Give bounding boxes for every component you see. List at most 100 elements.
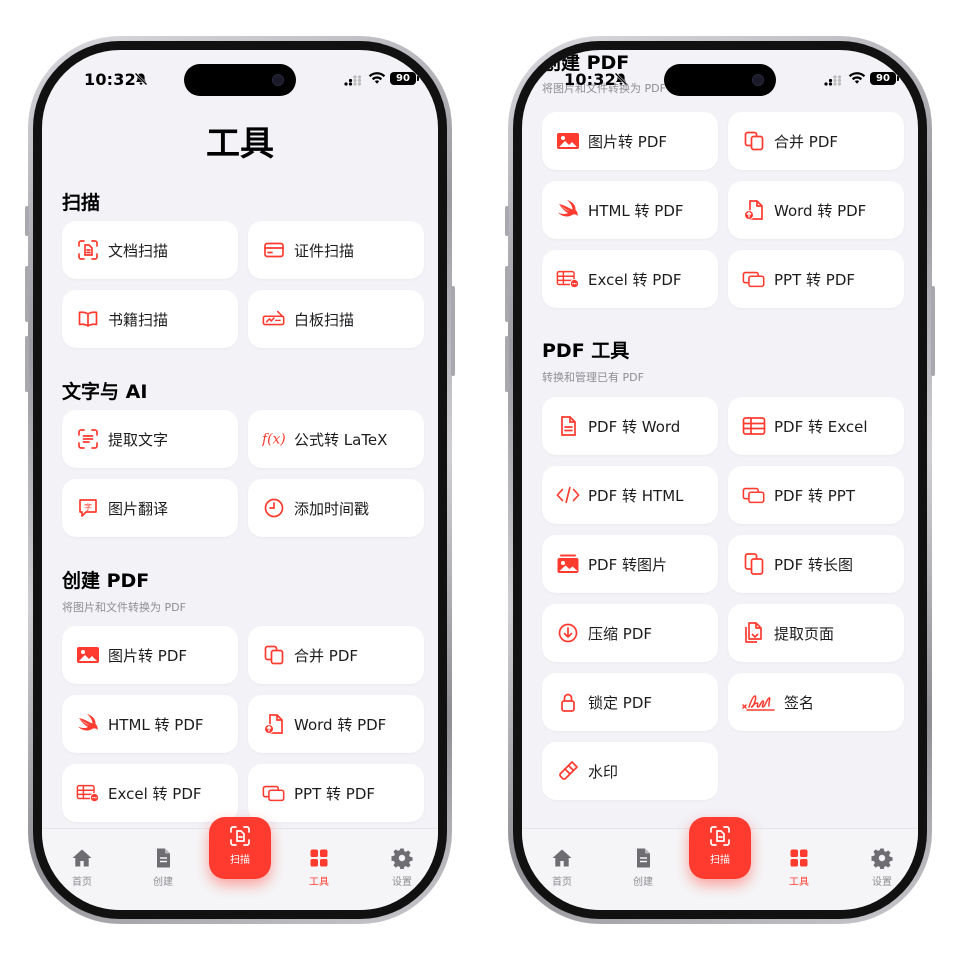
tool-label: 添加时间戳 <box>294 499 370 518</box>
tool-ppt-to-pdf[interactable]: PPT 转 PDF <box>248 764 424 822</box>
tool-compress-pdf[interactable]: 压缩 PDF <box>542 604 718 662</box>
ppt-icon <box>262 781 286 805</box>
tools-screen-scrolled: 创建 PDF 将图片和文件转换为 PDF 图片转 PDF 合并 PDF HTML… <box>522 50 918 910</box>
tool-html-to-pdf[interactable]: HTML 转 PDF <box>62 695 238 753</box>
svg-text:f(x): f(x) <box>262 432 286 448</box>
create-icon <box>157 848 170 868</box>
tool-label: 签名 <box>784 693 815 712</box>
tool-watermark[interactable]: 水印 <box>542 742 718 800</box>
section-subtitle-create-pdf: 将图片和文件转换为 PDF <box>62 601 186 614</box>
merge-icon <box>262 643 286 667</box>
tool-label: PDF 转 Excel <box>774 417 868 436</box>
tool-label: PDF 转图片 <box>588 555 667 574</box>
create-icon <box>637 848 650 868</box>
tool-book-scan[interactable]: 书籍扫描 <box>62 290 238 348</box>
translate-icon: 字 <box>76 496 100 520</box>
home-icon <box>72 849 92 867</box>
tab-label: 工具 <box>789 877 809 888</box>
signal-icon <box>344 75 362 86</box>
tab-home[interactable]: 首页 <box>52 847 112 888</box>
tool-label: 合并 PDF <box>774 132 838 151</box>
section-title-scan: 扫描 <box>62 192 101 214</box>
tool-merge-pdf[interactable]: 合并 PDF <box>248 626 424 684</box>
tool-word-to-pdf[interactable]: Word 转 PDF <box>728 181 904 239</box>
gear-icon <box>391 848 413 869</box>
tool-pdf-to-excel[interactable]: PDF 转 Excel <box>728 397 904 455</box>
tool-label: 图片翻译 <box>108 499 169 518</box>
tab-tools[interactable]: 工具 <box>769 847 829 888</box>
tool-id-scan[interactable]: 证件扫描 <box>248 221 424 279</box>
tool-extract-text[interactable]: 提取文字 <box>62 410 238 468</box>
scroll-content[interactable]: 创建 PDF 将图片和文件转换为 PDF 图片转 PDF 合并 PDF HTML… <box>522 50 918 910</box>
tool-label: PDF 转 HTML <box>588 486 684 505</box>
tab-settings[interactable]: 设置 <box>372 847 432 888</box>
bell-slash-icon <box>614 72 628 86</box>
tool-label: HTML 转 PDF <box>108 715 204 734</box>
tool-signature[interactable]: 签名 <box>728 673 904 731</box>
tool-label: PDF 转长图 <box>774 555 853 574</box>
table-icon <box>742 414 766 438</box>
tool-pdf-to-ppt[interactable]: PDF 转 PPT <box>728 466 904 524</box>
tool-excel-to-pdf[interactable]: Excel 转 PDF <box>62 764 238 822</box>
tab-create[interactable]: 创建 <box>133 847 193 888</box>
tool-pdf-to-long-image[interactable]: PDF 转长图 <box>728 535 904 593</box>
tab-create[interactable]: 创建 <box>613 847 673 888</box>
tab-label: 首页 <box>552 877 572 888</box>
lock-icon <box>556 690 580 714</box>
document-scan-icon <box>230 826 250 846</box>
status-bar: 10:32 90 <box>42 50 438 108</box>
tool-add-timestamp[interactable]: 添加时间戳 <box>248 479 424 537</box>
scan-button[interactable]: 扫描 <box>209 817 271 879</box>
swift-icon <box>76 712 100 736</box>
tab-tools[interactable]: 工具 <box>289 847 349 888</box>
document-icon <box>556 414 580 438</box>
tool-label: Word 转 PDF <box>774 201 867 220</box>
tool-html-to-pdf[interactable]: HTML 转 PDF <box>542 181 718 239</box>
formula-icon: f(x) <box>262 427 286 451</box>
tool-image-to-pdf[interactable]: 图片转 PDF <box>62 626 238 684</box>
tab-label: 设置 <box>392 877 412 888</box>
power-button <box>931 286 935 376</box>
tool-label: 白板扫描 <box>294 310 355 329</box>
phone-frame-left: 10:32 90 工具 扫描 文档扫描 证件扫描 书籍扫描 白板扫描 文字与 A… <box>25 36 455 924</box>
phone-frame-right: 创建 PDF 将图片和文件转换为 PDF 图片转 PDF 合并 PDF HTML… <box>505 36 935 924</box>
tool-merge-pdf[interactable]: 合并 PDF <box>728 112 904 170</box>
tab-label: 设置 <box>872 877 892 888</box>
tool-pdf-to-image[interactable]: PDF 转图片 <box>542 535 718 593</box>
extract-pages-icon <box>742 621 766 645</box>
scan-button[interactable]: 扫描 <box>689 817 751 879</box>
action-button <box>25 206 29 236</box>
section-title-create-pdf: 创建 PDF <box>62 570 150 592</box>
section-subtitle-pdf-tools: 转换和管理已有 PDF <box>542 371 644 384</box>
tab-bar: 首页 创建 扫描 工具 设置 <box>522 817 918 910</box>
scroll-content[interactable]: 工具 扫描 文档扫描 证件扫描 书籍扫描 白板扫描 文字与 AI 提取文字 f(… <box>42 50 438 910</box>
wifi-icon <box>368 72 386 84</box>
tool-lock-pdf[interactable]: 锁定 PDF <box>542 673 718 731</box>
tool-word-to-pdf[interactable]: Word 转 PDF <box>248 695 424 753</box>
compress-icon <box>556 621 580 645</box>
tool-ppt-to-pdf[interactable]: PPT 转 PDF <box>728 250 904 308</box>
code-icon <box>556 483 580 507</box>
home-icon <box>552 849 572 867</box>
tool-image-to-pdf[interactable]: 图片转 PDF <box>542 112 718 170</box>
action-button <box>505 206 509 236</box>
tab-home[interactable]: 首页 <box>532 847 592 888</box>
image-stack-icon <box>556 552 580 576</box>
document-scan-icon <box>710 826 730 846</box>
tool-image-translate[interactable]: 字 图片翻译 <box>62 479 238 537</box>
tool-excel-to-pdf[interactable]: Excel 转 PDF <box>542 250 718 308</box>
tool-pdf-to-word[interactable]: PDF 转 Word <box>542 397 718 455</box>
tool-document-scan[interactable]: 文档扫描 <box>62 221 238 279</box>
tool-label: 证件扫描 <box>294 241 355 260</box>
tool-pdf-to-html[interactable]: PDF 转 HTML <box>542 466 718 524</box>
tool-whiteboard-scan[interactable]: 白板扫描 <box>248 290 424 348</box>
tool-label: 公式转 LaTeX <box>294 430 388 449</box>
tool-label: PDF 转 Word <box>588 417 681 436</box>
tool-label: Excel 转 PDF <box>588 270 682 289</box>
tool-formula-latex[interactable]: f(x) 公式转 LaTeX <box>248 410 424 468</box>
tab-settings[interactable]: 设置 <box>852 847 912 888</box>
svg-text:字: 字 <box>84 502 92 512</box>
tool-extract-pages[interactable]: 提取页面 <box>728 604 904 662</box>
dynamic-island <box>184 64 296 96</box>
tab-label: 创建 <box>633 877 653 888</box>
